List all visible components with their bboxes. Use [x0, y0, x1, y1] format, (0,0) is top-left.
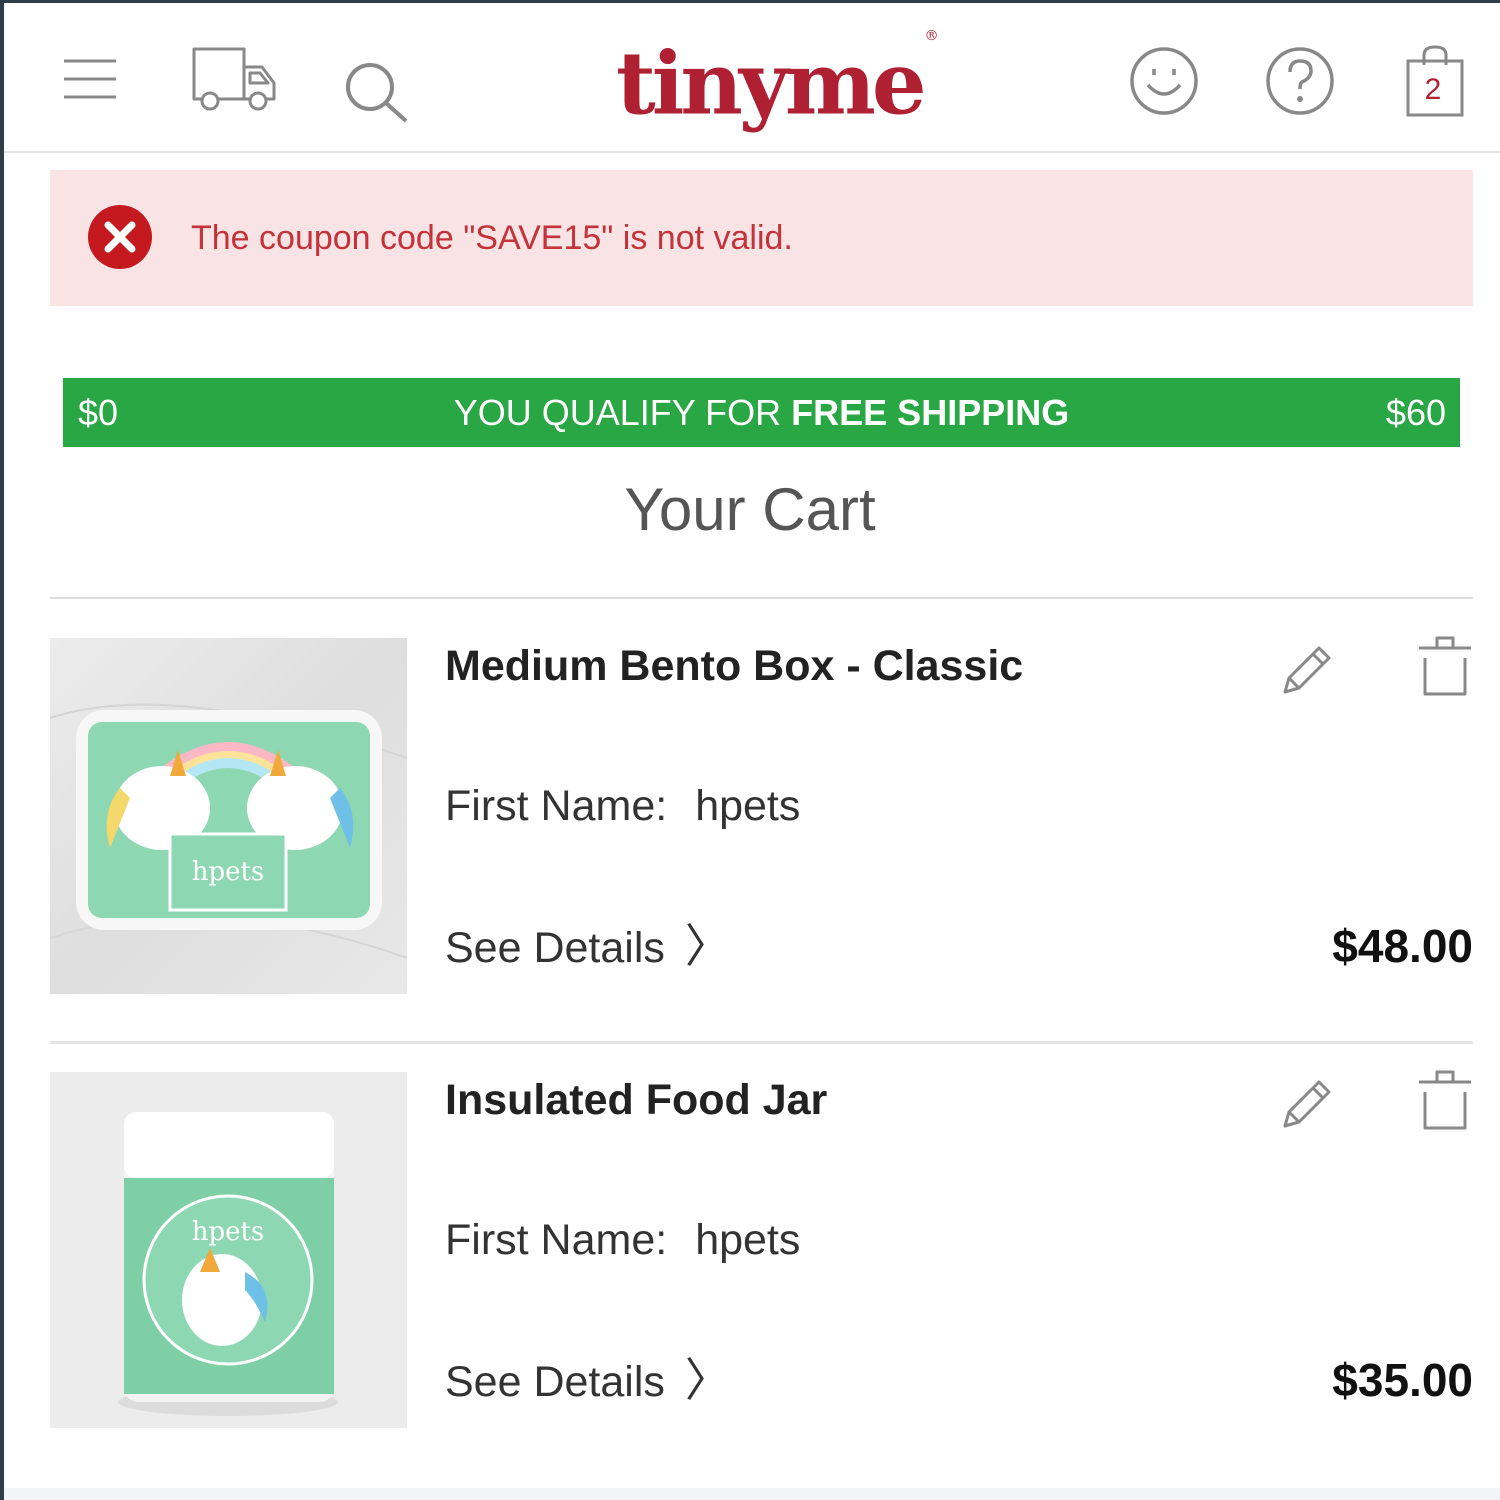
- product-name[interactable]: Medium Bento Box - Classic: [445, 638, 1023, 694]
- product-image-food-jar[interactable]: hpets: [50, 1072, 407, 1428]
- account-smiley-icon[interactable]: [1128, 45, 1200, 117]
- see-details-link[interactable]: See Details 〉: [445, 918, 731, 976]
- shipping-message-bold: FREE SHIPPING: [791, 392, 1070, 433]
- menu-icon[interactable]: [62, 58, 118, 102]
- page-title: Your Cart: [624, 476, 876, 543]
- search-icon[interactable]: [342, 61, 412, 125]
- registered-mark: ®: [924, 28, 939, 44]
- trash-icon[interactable]: [1415, 1068, 1475, 1132]
- field-label: First Name:: [445, 1216, 668, 1264]
- divider: [50, 1041, 1473, 1044]
- field-value: hpets: [695, 782, 801, 830]
- logo-text: tinyme: [616, 33, 927, 135]
- bento-image-name-text: hpets: [192, 857, 265, 887]
- cart-item: hpets Insulated Food Jar First Name: hpet…: [50, 1070, 1473, 1432]
- chevron-right-icon: 〉: [684, 920, 731, 972]
- item-price: $48.00: [1332, 920, 1473, 972]
- shipping-max-label: $60: [1385, 392, 1446, 433]
- see-details-link[interactable]: See Details 〉: [445, 1352, 731, 1410]
- personalization-field: First Name: hpets: [445, 778, 800, 834]
- chevron-right-icon: 〉: [684, 1354, 731, 1406]
- shopping-bag-icon[interactable]: 2: [1404, 43, 1466, 119]
- bottom-strip: [4, 1488, 1500, 1500]
- window-left-border: [0, 0, 4, 1500]
- personalization-field: First Name: hpets: [445, 1212, 800, 1268]
- coupon-error-alert: The coupon code "SAVE15" is not valid.: [50, 170, 1473, 306]
- item-price: $35.00: [1332, 1354, 1473, 1406]
- cart-item: hpets Medium Bento Box - Classic First N…: [50, 636, 1473, 998]
- help-icon[interactable]: [1264, 45, 1336, 117]
- shipping-message-prefix: YOU QUALIFY FOR: [453, 392, 782, 433]
- error-x-icon: [87, 204, 153, 270]
- see-details-label: See Details: [445, 1358, 665, 1406]
- edit-pencil-icon[interactable]: [1277, 1074, 1337, 1134]
- edit-pencil-icon[interactable]: [1277, 640, 1337, 700]
- shipping-message: YOU QUALIFY FOR FREE SHIPPING: [63, 378, 1460, 447]
- tinyme-logo[interactable]: tinyme ®: [616, 25, 939, 135]
- product-name[interactable]: Insulated Food Jar: [445, 1072, 827, 1128]
- free-shipping-progress-bar: $0 YOU QUALIFY FOR FREE SHIPPING $60: [63, 378, 1460, 447]
- delivery-truck-icon[interactable]: [190, 45, 280, 113]
- field-label: First Name:: [445, 782, 668, 830]
- trash-icon[interactable]: [1415, 634, 1475, 698]
- field-value: hpets: [695, 1216, 801, 1264]
- product-image-bento-box[interactable]: hpets: [50, 638, 407, 994]
- jar-image-name-text: hpets: [192, 1217, 265, 1247]
- cart-count-badge: 2: [1424, 73, 1442, 106]
- site-header: tinyme ® 2: [4, 3, 1500, 153]
- divider: [50, 597, 1473, 599]
- see-details-label: See Details: [445, 924, 665, 972]
- error-message: The coupon code "SAVE15" is not valid.: [191, 219, 793, 257]
